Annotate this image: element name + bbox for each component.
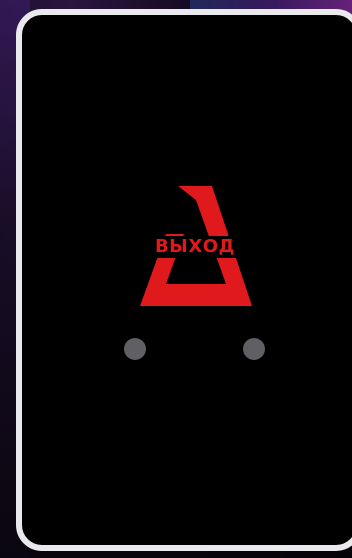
- indicator-dot-left: [124, 338, 146, 360]
- logo-text: ВЫХОД: [154, 236, 236, 257]
- indicator-dot-right: [243, 338, 265, 360]
- screen: ВЫХОД: [0, 0, 352, 558]
- exit-logo: ВЫХОД: [136, 184, 254, 308]
